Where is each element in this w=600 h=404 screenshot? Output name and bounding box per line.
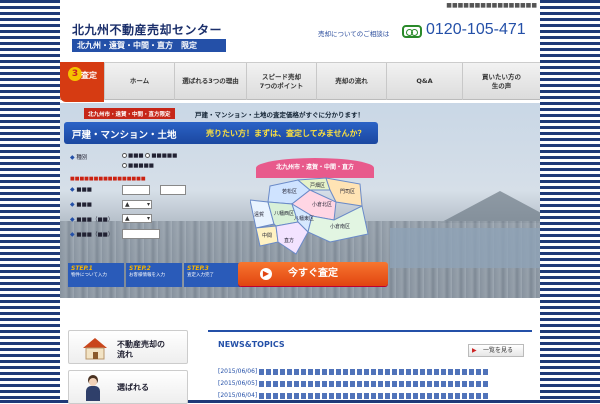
- map-label-wakamatsu: 若松区: [282, 188, 297, 195]
- sidebar-item-sale-flow[interactable]: 不動産売却の 流れ: [68, 330, 188, 364]
- house-icon: [83, 338, 107, 360]
- news-title: NEWS&TOPICS: [218, 340, 285, 349]
- sidebar-label-sale-flow: 不動産売却の 流れ: [117, 340, 165, 359]
- type-radio-3[interactable]: [122, 163, 127, 168]
- badge-number: 3: [68, 67, 82, 81]
- step-1: STEP.1 物件について入力: [68, 263, 124, 287]
- news-date: [2015/06/06]: [218, 368, 258, 375]
- site-title[interactable]: 北九州不動産売却センター: [72, 21, 222, 38]
- quick-assess-badge[interactable]: 3 査定: [60, 62, 104, 102]
- nav-reasons[interactable]: 選ばれる3つの理由: [174, 63, 246, 100]
- map-label-tobata: 戸畑区: [310, 182, 325, 189]
- map-label-nogata: 直方: [284, 237, 294, 244]
- sidebar: 不動産売却の 流れ 選ばれる: [68, 330, 188, 404]
- news-item[interactable]: [2015/06/05]: [218, 380, 490, 387]
- step-1-num: STEP.1: [71, 265, 93, 272]
- hero-subline: 売りたい方！まずは、査定してみませんか？: [206, 129, 366, 138]
- mountain-graphic: [440, 191, 540, 223]
- area-label: ■■■: [76, 187, 92, 193]
- map-label-nakama: 中間: [262, 232, 272, 239]
- header-top-text: ■■■■■■■■■■■■■■■■: [446, 2, 537, 9]
- area-input-1[interactable]: [122, 185, 150, 195]
- news-date: [2015/06/05]: [218, 380, 258, 387]
- news-section: NEWS&TOPICS 一覧を見る [2015/06/06] [2015/06/…: [208, 330, 532, 400]
- age-label: ■■■: [76, 202, 92, 208]
- news-link[interactable]: [259, 392, 490, 399]
- badge-label: 査定: [81, 71, 97, 80]
- step-3-num: STEP.3: [187, 265, 209, 272]
- nav-speed-points[interactable]: スピード売却 7つのポイント: [246, 63, 316, 100]
- type-options-2: ■■■■■: [122, 163, 154, 169]
- map-label-kokurakita: 小倉北区: [312, 201, 332, 208]
- type-radio-1[interactable]: [122, 153, 127, 158]
- floor-label: ■■■（■■）: [76, 232, 114, 238]
- type-row: ◆ 種別: [70, 153, 87, 161]
- area-map[interactable]: 若松区 戸畑区 門司区 遠賀 八幡西区 小倉北区 中間 八幡東区 小倉南区 直方: [250, 176, 390, 256]
- bullet-icon: ◆: [70, 201, 75, 208]
- nav-home[interactable]: ホーム: [104, 63, 174, 100]
- phone-number[interactable]: 0120-105-471: [426, 21, 526, 39]
- step-1-text: 物件について入力: [71, 273, 107, 278]
- map-title: 北九州市・遠賀・中間・直方: [256, 158, 374, 178]
- nav-buyer-voices[interactable]: 買いたい方の 生の声: [462, 63, 540, 100]
- type-options: ■■■ ■■■■■: [122, 153, 177, 159]
- layout-row: ◆ ■■■（■■）: [70, 215, 113, 223]
- step-3-text: 査定入力完了: [187, 273, 214, 278]
- nav-sale-flow[interactable]: 売却の流れ: [316, 63, 386, 100]
- hero-ribbon: 戸建・マンション・土地の査定価格がすぐに分かります！: [195, 111, 364, 119]
- type-radio-2[interactable]: [145, 153, 151, 158]
- staff-photo: [85, 375, 101, 401]
- news-item[interactable]: [2015/06/06]: [218, 368, 490, 375]
- map-label-yahatanishi: 八幡西区: [274, 210, 294, 217]
- age-row: ◆ ■■■: [70, 201, 92, 208]
- step-3: STEP.3 査定入力完了: [184, 263, 240, 287]
- layout-label: ■■■（■■）: [76, 217, 114, 223]
- sidebar-item-reasons[interactable]: 選ばれる: [68, 370, 188, 404]
- arrow-right-icon: ▶: [260, 268, 272, 280]
- bullet-icon: ◆: [70, 154, 75, 161]
- hero-headline: 戸建・マンション・土地: [72, 130, 177, 141]
- map-label-moji: 門司区: [340, 189, 355, 195]
- news-header: NEWS&TOPICS 一覧を見る: [208, 330, 532, 360]
- news-link[interactable]: [259, 368, 490, 375]
- step-2-text: お客様情報を入力: [129, 273, 165, 278]
- area-row: ◆ ■■■: [70, 186, 92, 193]
- step-guide: STEP.1 物件について入力 STEP.2 お客様情報を入力 STEP.3 査…: [68, 263, 240, 287]
- sidebar-label-reasons: 選ばれる: [117, 383, 149, 392]
- bullet-icon: ◆: [70, 186, 75, 193]
- news-link[interactable]: [259, 380, 490, 387]
- bullet-icon: ◆: [70, 231, 75, 238]
- type-option-2: ■■■■■: [151, 153, 178, 159]
- page-container: ■■■■■■■■■■■■■■■■ 北九州不動産売却センター 北九州・遠賀・中間・…: [60, 0, 540, 404]
- type-label: 種別: [76, 155, 88, 161]
- age-select[interactable]: ▲: [122, 200, 152, 209]
- type-option-3: ■■■■■: [128, 163, 154, 169]
- consult-text: 売却についてのご相談は: [318, 30, 390, 38]
- area-input-2[interactable]: [160, 185, 186, 195]
- area-tag: 北九州市・遠賀・中間・直方限定: [84, 108, 175, 119]
- type-option-1: ■■■: [128, 153, 144, 159]
- sea-photo: [390, 228, 540, 268]
- bullet-icon: ◆: [70, 216, 75, 223]
- assess-now-button[interactable]: ▶ 今すぐ査定: [238, 262, 388, 286]
- step-2-num: STEP.2: [129, 265, 151, 272]
- news-date: [2015/06/04]: [218, 392, 258, 399]
- map-label-yahatahigashi: 八幡東区: [294, 215, 314, 222]
- nav-qa[interactable]: Q&A: [386, 63, 462, 100]
- map-label-onga: 遠賀: [254, 211, 264, 218]
- assess-now-label: 今すぐ査定: [288, 268, 338, 279]
- floor-row: ◆ ■■■（■■）: [70, 230, 113, 238]
- step-2: STEP.2 お客様情報を入力: [126, 263, 182, 287]
- freedial-icon: [402, 25, 422, 38]
- news-item[interactable]: [2015/06/04]: [218, 392, 490, 399]
- layout-select[interactable]: ▲: [122, 214, 152, 223]
- form-note: ■■■■■■■■■■■■■■■■: [70, 176, 146, 182]
- map-label-kokuraminami: 小倉南区: [330, 223, 350, 230]
- news-more-button[interactable]: 一覧を見る: [468, 344, 524, 357]
- floor-input[interactable]: [122, 229, 160, 239]
- area-label: 北九州・遠賀・中間・直方 限定: [72, 39, 226, 52]
